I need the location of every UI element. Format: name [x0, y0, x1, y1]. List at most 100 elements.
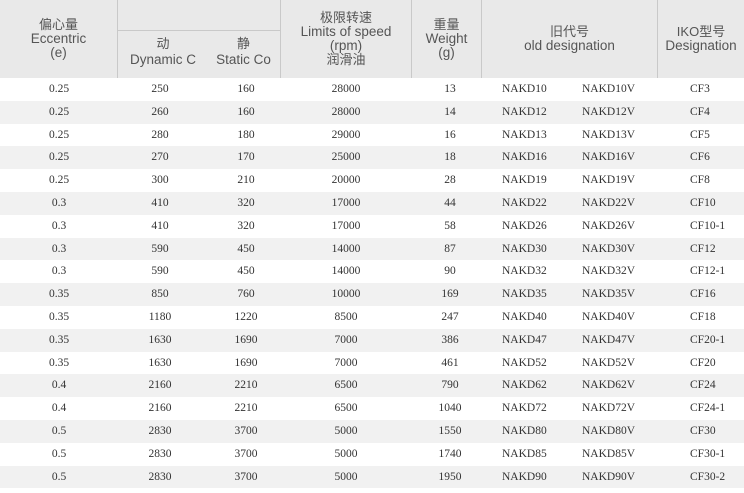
weight-cell: 58 [444, 219, 456, 232]
weight-cell: 247 [441, 310, 459, 323]
static-cell: 3700 [234, 424, 258, 437]
table-row: 0.35 1630 1690 7000 461 NAKD52 NAKD52V CF20 [0, 352, 744, 375]
header-iko-designation: IKO型号 Designation [658, 0, 744, 78]
table-row: 0.3 590 450 14000 90 NAKD32 NAKD32V CF12-1 [0, 260, 744, 283]
weight-cell: 1740 [438, 447, 462, 460]
old-designation-v-cell: NAKD85V [582, 447, 636, 460]
dynamic-cell: 590 [151, 265, 169, 278]
weight-cell: 28 [444, 174, 456, 187]
dynamic-cell: 280 [151, 128, 169, 141]
static-cell: 450 [237, 242, 255, 255]
weight-cell: 790 [441, 379, 459, 392]
old-designation-v-cell: NAKD19V [582, 174, 636, 187]
old-designation-cell: NAKD22 [502, 196, 547, 209]
header-eccentric: 偏心量 Eccentric (e) [0, 0, 118, 78]
old-designation-v-cell: NAKD13V [582, 128, 636, 141]
weight-cell: 461 [441, 356, 459, 369]
table-row: 0.35 1630 1690 7000 386 NAKD47 NAKD47V CF20-1 [0, 328, 744, 352]
old-designation-v-cell: NAKD10V [582, 83, 636, 95]
table-header: 偏心量 Eccentric (e) 动 Dynamic C 静 Static C… [0, 0, 744, 78]
old-designation-v-cell: NAKD47V [582, 333, 636, 346]
static-cell: 180 [237, 128, 255, 141]
old-designation-cell: NAKD12 [502, 105, 547, 118]
eccentric-cell: 0.3 [51, 265, 67, 278]
speed-cell: 29000 [331, 128, 361, 141]
eccentric-cell: 0.5 [51, 470, 67, 483]
old-designation-v-cell: NAKD62V [582, 379, 636, 392]
weight-cell: 1950 [438, 470, 462, 483]
header-weight: 重量 Weight (g) [412, 0, 482, 78]
old-designation-cell: NAKD35 [502, 288, 547, 301]
weight-cell: 1550 [438, 424, 462, 437]
iko-designation-cell: CF24-1 [690, 402, 726, 415]
iko-designation-cell: CF30-2 [690, 470, 726, 483]
speed-cell: 10000 [331, 288, 361, 301]
old-designation-cell: NAKD40 [502, 310, 547, 323]
dynamic-cell: 590 [151, 242, 169, 255]
speed-cell: 28000 [331, 105, 361, 118]
old-designation-cell: NAKD80 [502, 424, 547, 437]
table-row: 0.4 2160 2210 6500 1040 NAKD72 NAKD72V CF24-1 [0, 397, 744, 420]
header-weight-unit: (g) [438, 45, 455, 60]
weight-cell: 169 [441, 288, 459, 301]
iko-designation-cell: CF20-1 [690, 333, 726, 346]
static-cell: 1220 [234, 310, 258, 323]
old-designation-cell: NAKD47 [502, 333, 547, 346]
weight-cell: 1040 [438, 402, 462, 415]
old-designation-v-cell: NAKD30V [582, 242, 636, 255]
eccentric-cell: 0.25 [48, 151, 70, 164]
header-speed: 极限转速 Limits of speed (rpm) 润滑油 [281, 0, 412, 78]
eccentric-cell: 0.25 [48, 105, 70, 118]
iko-designation-cell: CF18 [690, 310, 716, 323]
static-cell: 760 [237, 288, 255, 301]
dynamic-cell: 270 [151, 151, 169, 164]
old-designation-v-cell: NAKD32V [582, 265, 636, 278]
dynamic-cell: 2160 [148, 379, 172, 392]
speed-cell: 5000 [334, 424, 358, 437]
old-designation-v-cell: NAKD16V [582, 151, 636, 164]
weight-cell: 44 [444, 196, 456, 209]
static-cell: 1690 [234, 333, 258, 346]
iko-designation-cell: CF12-1 [690, 265, 726, 278]
old-designation-cell: NAKD16 [502, 151, 547, 164]
eccentric-cell: 0.4 [51, 379, 67, 392]
header-eccentric-unit: (e) [50, 45, 67, 60]
header-static-en: Static Co [216, 52, 271, 67]
static-cell: 2210 [234, 402, 258, 415]
eccentric-cell: 0.35 [48, 310, 70, 323]
table-row: 0.25 280 180 29000 16 NAKD13 NAKD13V CF5 [0, 124, 744, 147]
iko-designation-cell: CF30 [690, 424, 716, 437]
header-eccentric-en: Eccentric [30, 31, 87, 46]
speed-cell: 6500 [334, 402, 358, 415]
dynamic-cell: 850 [151, 288, 169, 301]
static-cell: 3700 [234, 447, 258, 460]
speed-cell: 5000 [334, 470, 358, 483]
old-designation-v-cell: NAKD35V [582, 288, 636, 301]
eccentric-cell: 0.25 [48, 174, 70, 187]
old-designation-cell: NAKD26 [502, 219, 547, 232]
static-cell: 1690 [234, 356, 258, 369]
table-row: 0.25 300 210 20000 28 NAKD19 NAKD19V CF8 [0, 169, 744, 192]
static-cell: 320 [237, 196, 255, 209]
static-cell: 170 [237, 151, 255, 164]
speed-cell: 25000 [331, 151, 361, 164]
header-dynamic-zh: 动 [156, 36, 170, 51]
old-designation-v-cell: NAKD26V [582, 219, 636, 232]
old-designation-cell: NAKD85 [502, 447, 547, 460]
dynamic-cell: 2830 [148, 447, 172, 460]
dynamic-cell: 410 [151, 196, 169, 209]
table-row: 0.3 410 320 17000 44 NAKD22 NAKD22V CF10 [0, 191, 744, 215]
header-speed-en: Limits of speed [300, 24, 392, 39]
eccentric-cell: 0.5 [51, 424, 67, 437]
header-old-en: old designation [524, 38, 615, 53]
weight-cell: 18 [444, 151, 456, 164]
table-row: 0.35 850 760 10000 169 NAKD35 NAKD35V CF16 [0, 283, 744, 306]
table-row: 0.35 1180 1220 8500 247 NAKD40 NAKD40V CF18 [0, 306, 744, 329]
header-static: 静 Static Co [206, 36, 281, 68]
weight-cell: 16 [444, 128, 456, 141]
header-speed-unit: (rpm) [329, 38, 363, 53]
old-designation-cell: NAKD19 [502, 174, 547, 187]
static-cell: 160 [237, 83, 255, 95]
iko-designation-cell: CF3 [690, 83, 710, 95]
eccentric-cell: 0.25 [48, 83, 70, 95]
